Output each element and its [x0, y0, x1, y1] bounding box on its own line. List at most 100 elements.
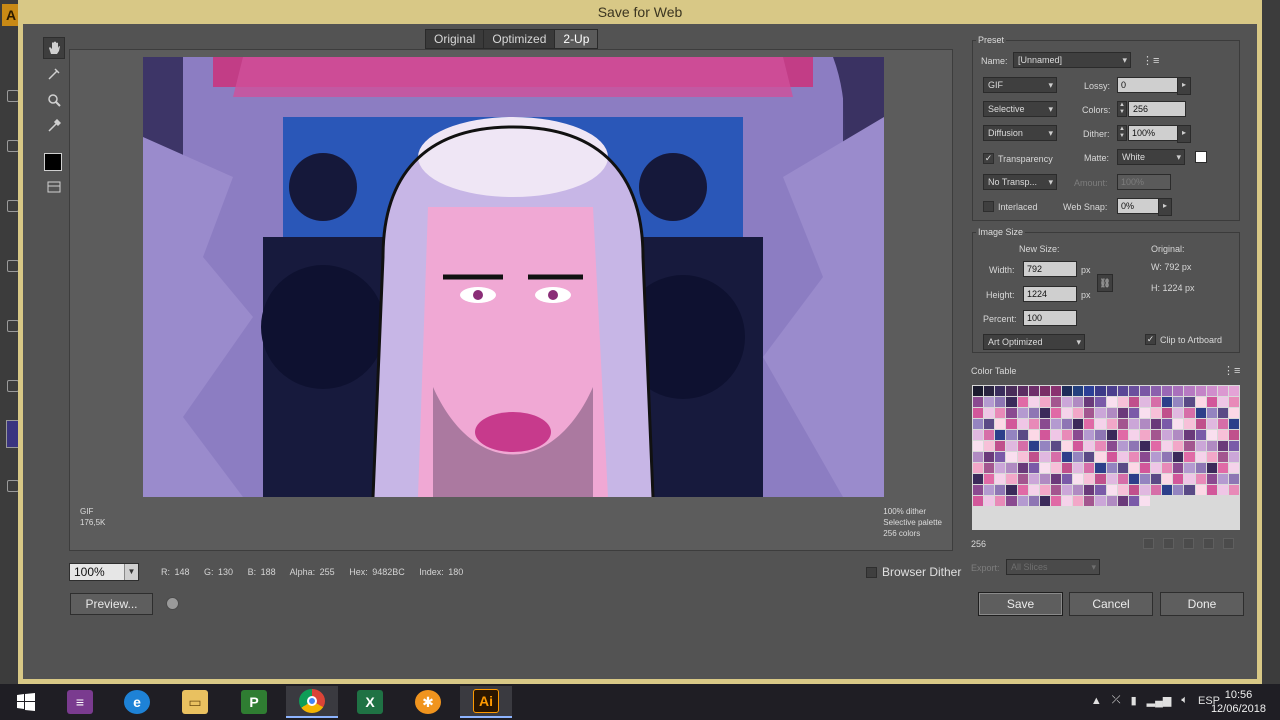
color-swatch[interactable] — [1173, 397, 1184, 407]
color-swatch[interactable] — [1084, 463, 1095, 473]
color-swatch[interactable] — [1217, 496, 1228, 506]
color-swatch[interactable] — [1128, 507, 1139, 517]
color-swatch[interactable] — [1206, 463, 1217, 473]
color-swatch[interactable] — [984, 430, 995, 440]
color-swatch[interactable] — [1050, 419, 1061, 429]
done-button[interactable]: Done — [1160, 592, 1244, 616]
color-swatch[interactable] — [995, 474, 1006, 484]
color-swatch[interactable] — [1228, 485, 1239, 495]
color-swatch[interactable] — [1084, 518, 1095, 528]
color-swatch[interactable] — [1028, 518, 1039, 528]
color-swatch[interactable] — [1073, 496, 1084, 506]
color-swatch[interactable] — [1228, 507, 1239, 517]
websnap-field[interactable]: 0% — [1117, 198, 1172, 216]
color-swatch[interactable] — [1117, 507, 1128, 517]
color-swatch[interactable] — [1195, 485, 1206, 495]
color-swatch[interactable] — [1117, 518, 1128, 528]
width-field[interactable]: 792 — [1023, 261, 1077, 277]
color-swatch[interactable] — [1062, 452, 1073, 462]
color-swatch[interactable] — [1228, 496, 1239, 506]
color-swatch[interactable] — [984, 463, 995, 473]
color-swatch[interactable] — [1151, 496, 1162, 506]
taskbar-illustrator[interactable]: Ai — [460, 686, 512, 718]
color-swatch[interactable] — [1017, 441, 1028, 451]
color-swatch[interactable] — [1050, 386, 1061, 396]
preview-button[interactable]: Preview... — [70, 593, 153, 615]
color-swatch[interactable] — [1062, 397, 1073, 407]
color-swatch[interactable] — [1228, 408, 1239, 418]
color-swatch[interactable] — [1050, 485, 1061, 495]
color-swatch[interactable] — [1228, 452, 1239, 462]
toggle-slices-icon[interactable] — [43, 176, 65, 198]
delete-color-icon[interactable] — [1223, 538, 1234, 549]
color-swatch[interactable] — [973, 518, 984, 528]
color-swatch[interactable] — [1006, 496, 1017, 506]
color-swatch[interactable] — [1084, 507, 1095, 517]
color-swatch[interactable] — [1117, 419, 1128, 429]
color-swatch[interactable] — [1050, 452, 1061, 462]
color-swatch[interactable] — [973, 441, 984, 451]
color-swatch[interactable] — [995, 452, 1006, 462]
color-swatch[interactable] — [1050, 518, 1061, 528]
color-swatch[interactable] — [995, 518, 1006, 528]
transparency-toggle[interactable]: ✓ Transparency — [983, 153, 1053, 164]
color-swatch[interactable] — [1073, 474, 1084, 484]
color-swatch[interactable] — [973, 408, 984, 418]
color-swatch[interactable] — [1128, 452, 1139, 462]
color-swatch[interactable] — [1106, 408, 1117, 418]
color-swatch[interactable] — [1151, 474, 1162, 484]
color-swatch[interactable] — [1139, 452, 1150, 462]
color-swatch[interactable] — [1195, 408, 1206, 418]
color-swatch[interactable] — [1084, 430, 1095, 440]
color-swatch[interactable] — [1017, 485, 1028, 495]
chevron-down-icon[interactable]: ▼ — [124, 564, 138, 580]
color-swatch[interactable] — [1028, 397, 1039, 407]
color-swatch[interactable] — [1128, 430, 1139, 440]
color-swatch[interactable] — [1017, 419, 1028, 429]
color-swatch[interactable] — [1073, 485, 1084, 495]
color-swatch[interactable] — [973, 452, 984, 462]
color-swatch[interactable] — [1173, 463, 1184, 473]
color-swatch[interactable] — [1217, 419, 1228, 429]
lossy-field[interactable]: 0 — [1117, 77, 1191, 95]
color-swatch[interactable] — [1028, 496, 1039, 506]
interlaced-toggle[interactable]: Interlaced — [983, 201, 1038, 212]
color-swatch[interactable] — [1050, 496, 1061, 506]
color-swatch[interactable] — [1128, 463, 1139, 473]
color-swatch[interactable] — [1073, 452, 1084, 462]
color-swatch[interactable] — [1162, 485, 1173, 495]
color-swatch[interactable] — [973, 496, 984, 506]
color-swatch[interactable] — [1173, 386, 1184, 396]
color-swatch[interactable] — [1095, 485, 1106, 495]
color-swatch[interactable] — [1173, 419, 1184, 429]
color-swatch[interactable] — [1062, 441, 1073, 451]
color-swatch[interactable] — [1073, 386, 1084, 396]
color-swatch[interactable] — [995, 419, 1006, 429]
color-swatch[interactable] — [1084, 397, 1095, 407]
color-swatch[interactable] — [1217, 474, 1228, 484]
color-swatch[interactable] — [1228, 463, 1239, 473]
color-swatch[interactable] — [1151, 452, 1162, 462]
color-swatch[interactable] — [1151, 430, 1162, 440]
color-swatch[interactable] — [1139, 441, 1150, 451]
color-swatch[interactable] — [1151, 408, 1162, 418]
color-swatch[interactable] — [1006, 386, 1017, 396]
browser-dither-toggle[interactable]: Browser Dither — [866, 565, 961, 579]
clip-to-artboard-toggle[interactable]: ✓ Clip to Artboard — [1145, 334, 1222, 345]
color-swatch[interactable] — [1117, 474, 1128, 484]
color-swatch[interactable] — [984, 507, 995, 517]
web-shift-icon[interactable] — [1163, 538, 1174, 549]
color-swatch[interactable] — [1184, 463, 1195, 473]
color-swatch[interactable] — [995, 386, 1006, 396]
color-swatch[interactable] — [1006, 474, 1017, 484]
color-swatch[interactable] — [1039, 485, 1050, 495]
color-swatch[interactable] — [1006, 452, 1017, 462]
zoom-icon[interactable] — [43, 89, 65, 111]
color-swatch[interactable] — [1062, 496, 1073, 506]
color-swatch[interactable] — [1028, 441, 1039, 451]
color-swatch[interactable] — [1039, 419, 1050, 429]
tab-original[interactable]: Original — [426, 30, 485, 48]
color-swatch[interactable] — [1039, 474, 1050, 484]
color-swatch[interactable] — [1028, 485, 1039, 495]
color-swatch[interactable] — [1117, 408, 1128, 418]
